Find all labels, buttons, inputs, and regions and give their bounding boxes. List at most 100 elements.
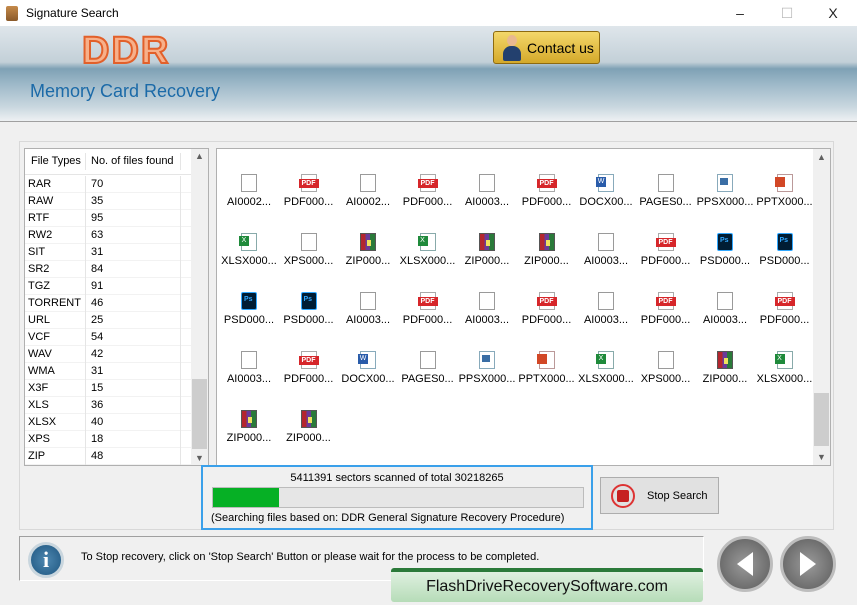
doc-file-icon: [479, 292, 495, 310]
file-item[interactable]: XLSX000...: [576, 339, 636, 398]
table-row[interactable]: RTF 95: [25, 210, 208, 227]
file-item[interactable]: AI0003...: [576, 280, 636, 339]
file-item[interactable]: ZIP000...: [517, 221, 577, 280]
file-item[interactable]: XLSX000...: [755, 339, 815, 398]
file-item[interactable]: XLSX000...: [219, 221, 279, 280]
file-item[interactable]: ZIP000...: [398, 149, 458, 162]
table-row[interactable]: SIT 31: [25, 244, 208, 261]
file-item[interactable]: ZIP000...: [695, 339, 755, 398]
scroll-up-arrow[interactable]: ▲: [813, 152, 830, 162]
file-item[interactable]: PPTX000...: [517, 339, 577, 398]
file-type-cell: WMA: [25, 363, 86, 380]
table-row[interactable]: ZIP 48: [25, 448, 208, 465]
doc-file-icon: [598, 233, 614, 251]
file-item[interactable]: AI0003...: [576, 221, 636, 280]
file-item[interactable]: AI0003...: [457, 280, 517, 339]
file-item[interactable]: DOCX00...: [338, 339, 398, 398]
scroll-down-arrow[interactable]: ▼: [191, 453, 208, 463]
file-item[interactable]: DOCX00...: [576, 162, 636, 221]
maximize-button[interactable]: ☐: [764, 0, 810, 26]
table-row[interactable]: XLSX 40: [25, 414, 208, 431]
back-button[interactable]: [717, 536, 773, 592]
file-item[interactable]: AI0002...: [338, 162, 398, 221]
table-row[interactable]: RAR 70: [25, 176, 208, 193]
file-item[interactable]: PPSX000...: [457, 339, 517, 398]
file-item[interactable]: PDF000...: [636, 149, 696, 162]
table-row[interactable]: RAW 35: [25, 193, 208, 210]
files-found-cell: 31: [86, 244, 181, 261]
stop-search-button[interactable]: Stop Search: [600, 477, 719, 514]
file-item[interactable]: AI0002...: [576, 149, 636, 162]
file-item[interactable]: PSD000...: [279, 280, 339, 339]
contact-us-button[interactable]: Contact us: [493, 31, 600, 64]
file-item[interactable]: AI0003...: [695, 280, 755, 339]
file-type-cell: RW2: [25, 227, 86, 244]
table-row[interactable]: X3F 15: [25, 380, 208, 397]
file-item[interactable]: AI0002...: [695, 149, 755, 162]
table-row[interactable]: SR2 84: [25, 261, 208, 278]
table-row[interactable]: TORRENT 46: [25, 295, 208, 312]
file-item[interactable]: PSD000...: [695, 221, 755, 280]
file-item[interactable]: PDF000...: [755, 280, 815, 339]
file-item[interactable]: PDF000...: [517, 280, 577, 339]
zip-file-icon: [300, 410, 317, 428]
file-item[interactable]: PSD000...: [755, 221, 815, 280]
file-item[interactable]: AI0002...: [457, 149, 517, 162]
column-header-files-found[interactable]: No. of files found: [86, 153, 181, 170]
file-type-cell: TORRENT: [25, 295, 86, 312]
stop-search-label: Stop Search: [647, 489, 708, 502]
scroll-down-arrow[interactable]: ▼: [813, 452, 830, 462]
files-found-cell: 91: [86, 278, 181, 295]
close-button[interactable]: X: [810, 0, 856, 26]
file-item[interactable]: XLSX000...: [338, 149, 398, 162]
file-name: ZIP000...: [226, 432, 272, 444]
file-item[interactable]: PAGES0...: [636, 162, 696, 221]
file-item[interactable]: AI0003...: [219, 339, 279, 398]
file-item[interactable]: ZIP000...: [338, 221, 398, 280]
files-scrollbar[interactable]: ▲ ▼: [813, 149, 830, 465]
table-row[interactable]: XLS 36: [25, 397, 208, 414]
file-item[interactable]: XLSX000...: [398, 221, 458, 280]
table-row[interactable]: VCF 54: [25, 329, 208, 346]
table-row[interactable]: TGZ 91: [25, 278, 208, 295]
file-types-scrollbar[interactable]: ▲ ▼: [191, 149, 208, 465]
file-item[interactable]: PPSX000...: [695, 162, 755, 221]
file-item[interactable]: PDF000...: [398, 280, 458, 339]
file-item[interactable]: AI0002...: [219, 162, 279, 221]
file-item[interactable]: PDF000...: [755, 149, 815, 162]
table-row[interactable]: WMA 31: [25, 363, 208, 380]
file-name: PDF000...: [283, 373, 334, 385]
column-header-file-types[interactable]: File Types: [25, 153, 86, 170]
table-row[interactable]: XPS 18: [25, 431, 208, 448]
scroll-up-arrow[interactable]: ▲: [191, 151, 208, 161]
file-item[interactable]: XPS000...: [636, 339, 696, 398]
file-item[interactable]: PSD000...: [219, 280, 279, 339]
scroll-thumb[interactable]: [192, 379, 207, 449]
file-item[interactable]: ZIP000...: [457, 221, 517, 280]
file-item[interactable]: PAGES0...: [398, 339, 458, 398]
scroll-thumb[interactable]: [814, 393, 829, 446]
file-item[interactable]: PPTX000...: [755, 162, 815, 221]
file-item[interactable]: AI0003...: [338, 280, 398, 339]
file-item[interactable]: ZIP000...: [219, 398, 279, 457]
file-item[interactable]: PDF000...: [398, 162, 458, 221]
file-item[interactable]: XPS000...: [279, 221, 339, 280]
file-item[interactable]: PDF000...: [279, 339, 339, 398]
file-item[interactable]: PDF000...: [636, 280, 696, 339]
file-item[interactable]: PDF000...: [636, 221, 696, 280]
file-item[interactable]: PDF000...: [517, 149, 577, 162]
file-item[interactable]: PDF000...: [279, 162, 339, 221]
file-item[interactable]: AI0002...: [219, 149, 279, 162]
next-button[interactable]: [780, 536, 836, 592]
minimize-button[interactable]: –: [717, 0, 763, 26]
table-row[interactable]: WAV 42: [25, 346, 208, 363]
file-type-cell: RAR: [25, 176, 86, 193]
table-row[interactable]: URL 25: [25, 312, 208, 329]
file-name: PDF000...: [521, 314, 572, 326]
file-item[interactable]: ZIP000...: [279, 398, 339, 457]
table-row[interactable]: RW2 63: [25, 227, 208, 244]
file-item[interactable]: AI0003...: [457, 162, 517, 221]
file-item[interactable]: PDF000...: [279, 149, 339, 162]
file-name: AI0002...: [226, 196, 272, 208]
file-item[interactable]: PDF000...: [517, 162, 577, 221]
